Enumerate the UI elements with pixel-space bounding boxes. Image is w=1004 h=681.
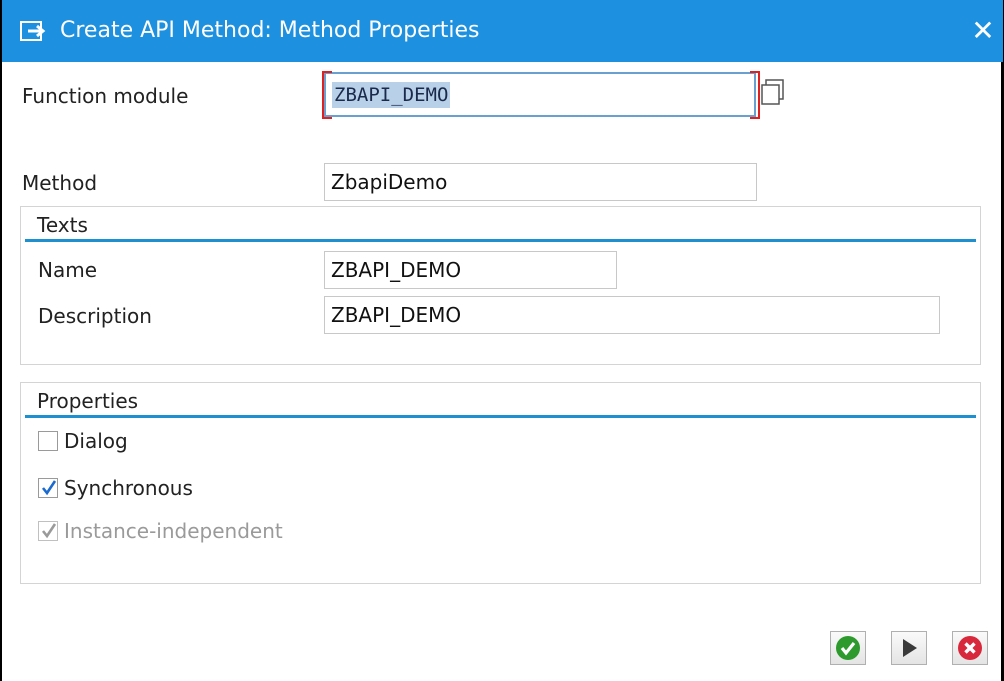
function-module-value: ZBAPI_DEMO [332,82,451,108]
checkmark-icon [41,480,57,496]
confirm-button[interactable] [830,631,866,665]
description-field[interactable]: ZBAPI_DEMO [324,296,940,334]
name-field[interactable]: ZBAPI_DEMO [324,251,617,289]
cancel-icon [958,636,982,660]
synchronous-checkbox-label: Synchronous [64,476,193,500]
function-module-label: Function module [22,84,189,108]
description-label: Description [38,304,152,328]
instance-independent-checkbox-row: Instance-independent [38,516,283,546]
synchronous-checkbox[interactable] [38,478,58,498]
value-help-icon[interactable] [760,78,786,106]
close-icon[interactable]: ✕ [967,14,999,48]
instance-independent-checkbox-label: Instance-independent [64,519,283,543]
synchronous-checkbox-row[interactable]: Synchronous [38,473,193,503]
execute-button[interactable] [891,631,927,665]
dialog-checkbox-label: Dialog [64,429,128,453]
title-bar: Create API Method: Method Properties ✕ [2,0,1003,62]
function-module-field[interactable]: ZBAPI_DEMO [322,71,760,119]
check-icon [836,636,860,660]
texts-group-title: Texts [37,213,88,237]
properties-group-divider [25,415,976,418]
dialog-checkbox[interactable] [38,431,58,451]
properties-group-title: Properties [37,389,139,413]
window-title: Create API Method: Method Properties [60,18,480,43]
create-icon [20,21,46,41]
method-field[interactable]: ZbapiDemo [324,163,757,201]
checkmark-icon [41,523,57,539]
play-icon [903,639,917,657]
name-label: Name [38,258,98,282]
focus-bracket-left [322,71,332,119]
dialog-window: Create API Method: Method Properties ✕ F… [0,0,1004,681]
texts-group-divider [25,239,976,242]
dialog-checkbox-row[interactable]: Dialog [38,426,128,456]
method-label: Method [22,171,98,195]
focus-bracket-right [750,71,760,119]
instance-independent-checkbox [38,521,58,541]
cancel-button[interactable] [952,631,988,665]
